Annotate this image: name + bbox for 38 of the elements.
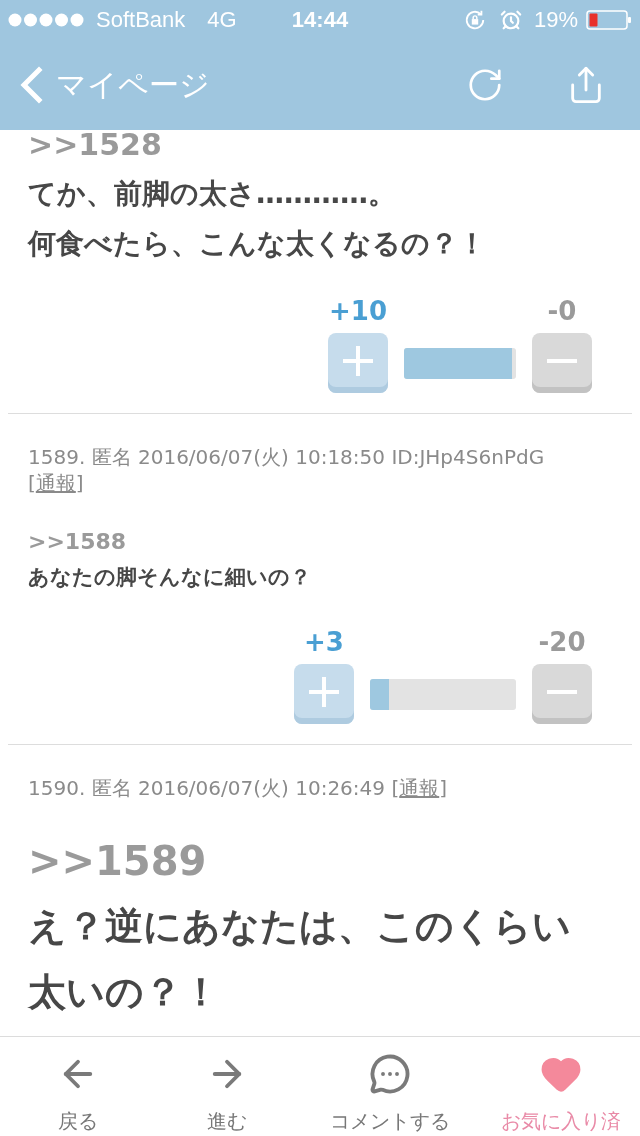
upvote-button[interactable] [328,333,388,393]
comment-body: え？逆にあなたは、このくらい 太いの？！ [28,903,572,1016]
quote-reference: >>1528 [28,130,163,160]
favorite-button[interactable]: お気に入り済 [501,1037,621,1136]
minus-icon [547,359,577,363]
clock-time: 14:44 [291,7,349,33]
quote-reference: >>1589 [28,838,208,884]
network-type: 4G [207,7,237,33]
comment-meta: 1590. 匿名 2016/06/07(火) 10:26:49 [通報] [28,775,448,801]
report-link[interactable]: 通報 [399,776,440,800]
carrier-name: SoftBank [96,7,186,33]
downvote-count: -0 [547,298,577,324]
back-button[interactable]: 戻る [57,1037,99,1136]
downvote-button[interactable] [532,664,592,724]
comment-meta: 1589. 匿名 2016/06/07(火) 10:18:50 ID:JHp4S6nPdG [通報] [28,444,546,496]
comment-body: あなたの脚そんなに細いの？ [28,564,312,591]
comment-button[interactable]: コメントする [330,1037,450,1136]
battery-percent: 19% [533,7,578,33]
back-button[interactable]: マイページ [18,66,210,104]
comment-body: てか、前脚の太さ…………。 何食べたら、こんな太くなるの？！ [28,176,487,262]
minus-icon [547,690,577,694]
downvote-button[interactable] [532,333,592,393]
downvote-count: -20 [538,629,586,655]
signal-strength-icon [8,13,86,27]
report-link[interactable]: 通報 [35,471,76,495]
upvote-count: +10 [329,298,387,324]
forward-button[interactable]: 進む [206,1037,248,1136]
plus-icon [309,677,339,707]
alarm-clock-icon [499,9,522,31]
rotation-lock-icon [463,9,486,31]
battery-icon [586,10,632,30]
quote-reference: >>1588 [28,528,128,556]
refresh-icon[interactable] [466,66,504,104]
upvote-button[interactable] [294,664,354,724]
speech-bubble-icon [369,1053,411,1095]
plus-icon [343,346,373,376]
upvote-count: +3 [304,629,344,655]
chevron-left-icon [18,66,44,104]
